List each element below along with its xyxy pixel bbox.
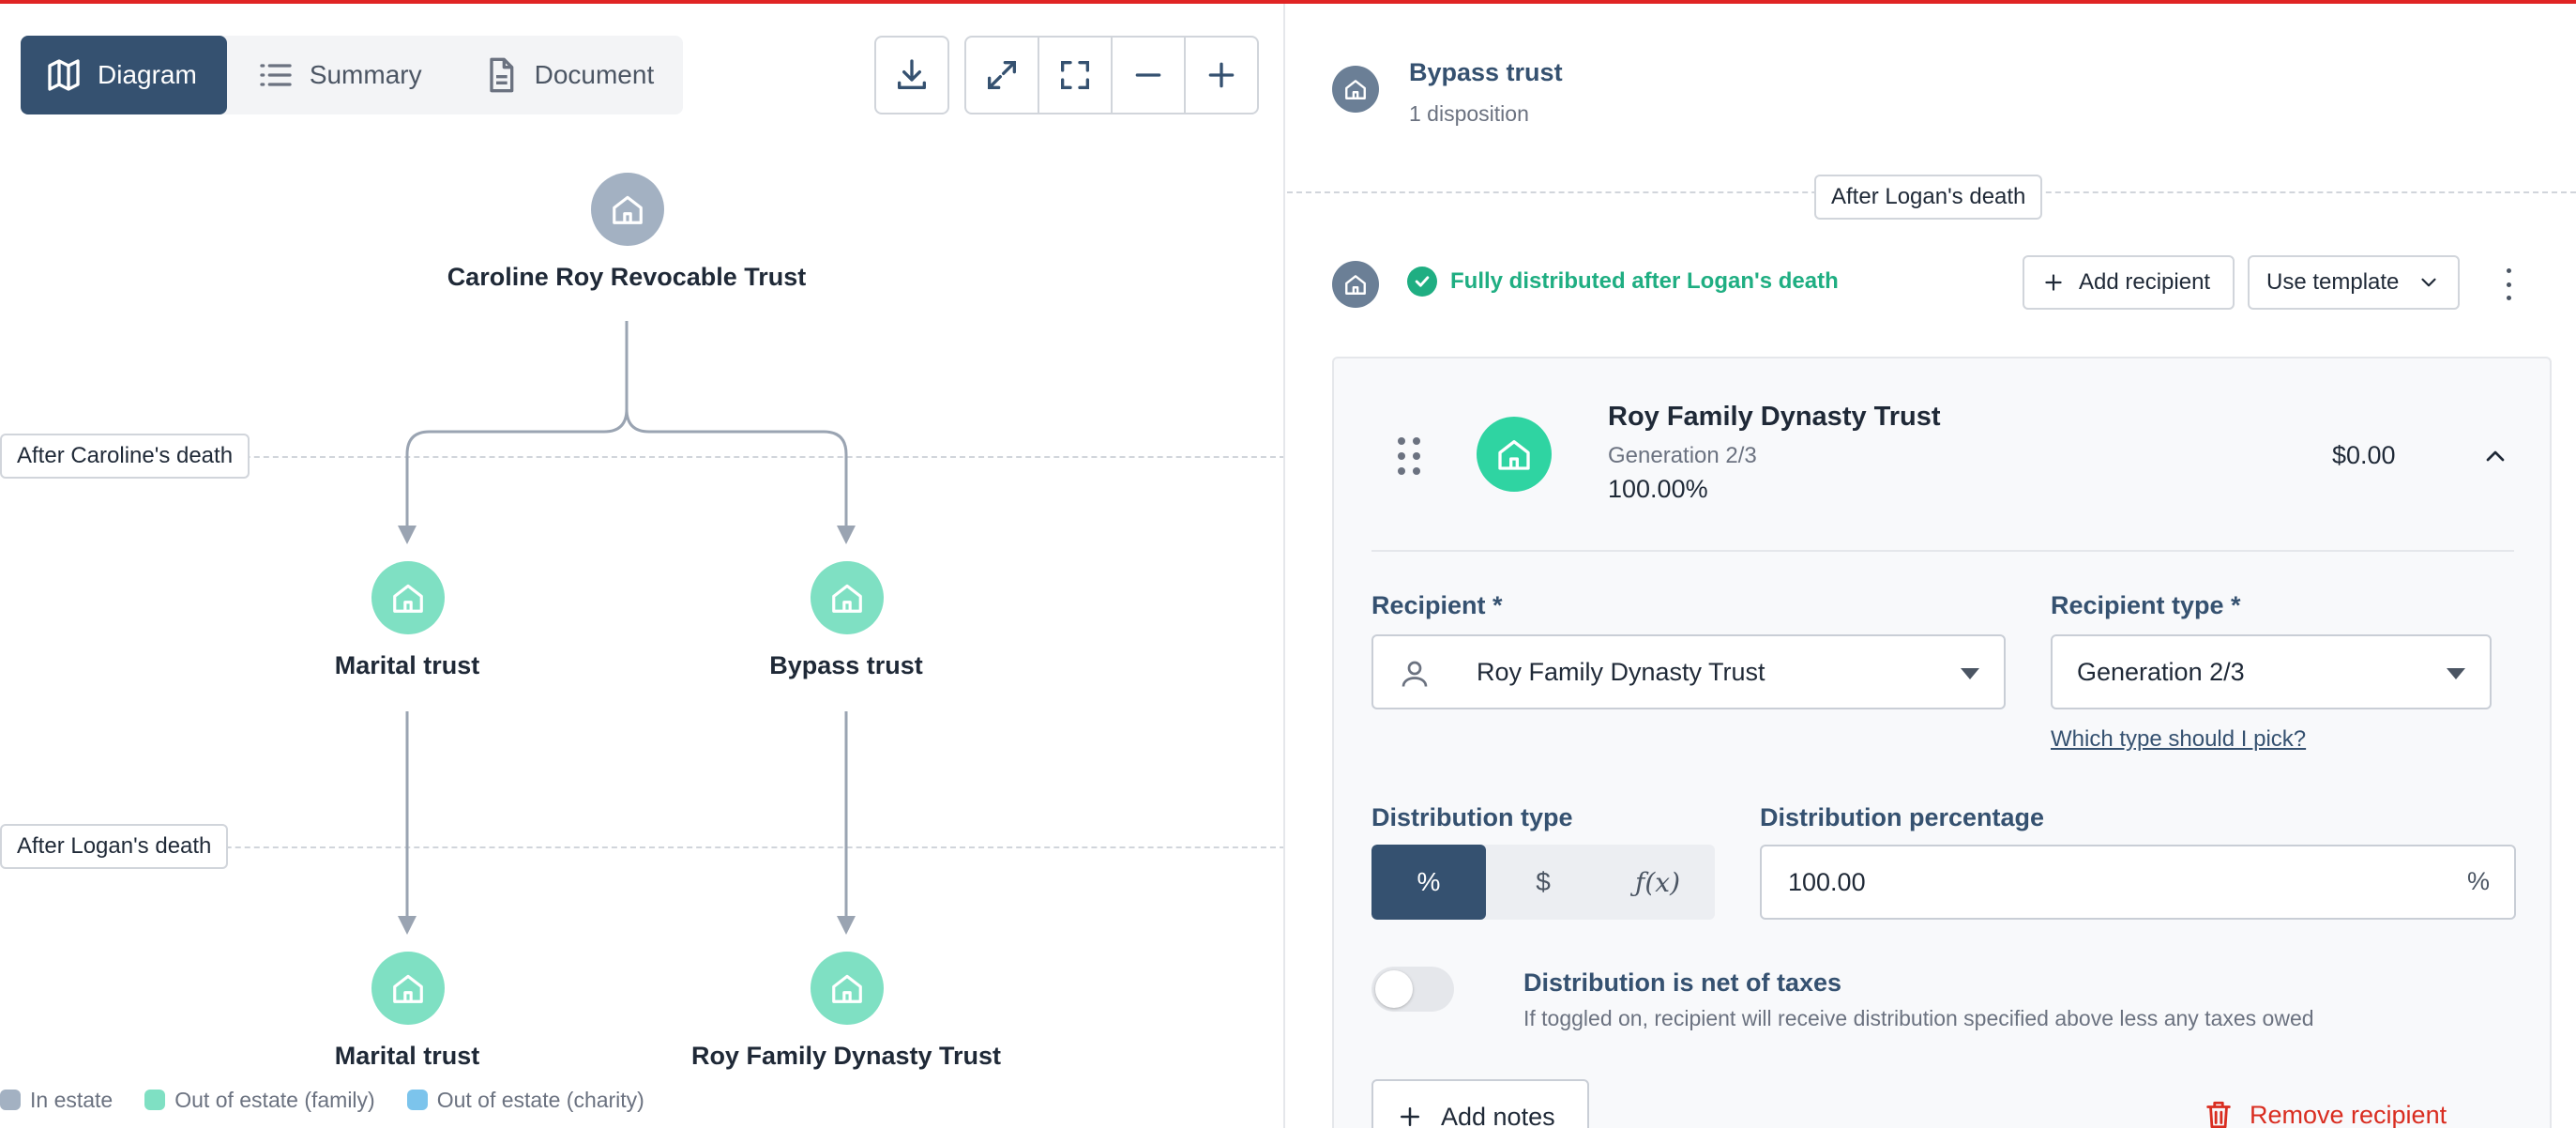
connector-root-left	[405, 321, 629, 526]
plus-icon	[1401, 1107, 1419, 1126]
node-bypass-trust[interactable]	[811, 561, 884, 634]
legend-label: Out of estate (family)	[174, 1087, 375, 1112]
recipient-type-label: Recipient type *	[2051, 591, 2241, 619]
legend-in-estate: In estate	[0, 1088, 113, 1113]
legend-label: Out of estate (charity)	[436, 1087, 644, 1112]
diagram-connectors	[398, 321, 856, 935]
panel-subtitle: 1 disposition	[1409, 101, 1529, 126]
legend-charity: Out of estate (charity)	[406, 1087, 644, 1113]
home-icon	[393, 584, 423, 613]
diagram-pane: Diagram Summary Document After Caroline'…	[0, 4, 1285, 1128]
home-icon	[832, 974, 862, 1003]
net-of-taxes-toggle[interactable]	[1371, 967, 1454, 1012]
node-dynasty-trust[interactable]	[811, 952, 884, 1025]
home-icon	[393, 974, 423, 1003]
more-options-icon[interactable]	[2499, 268, 2518, 300]
home-icon	[1498, 440, 1530, 470]
recipient-percent: 100.00%	[1608, 475, 1708, 503]
add-recipient-button[interactable]: Add recipient	[2023, 255, 2235, 310]
add-notes-label: Add notes	[1441, 1102, 1555, 1128]
toggle-knob	[1375, 970, 1413, 1008]
percent-suffix: %	[2466, 867, 2490, 895]
distribution-percentage-value: 100.00	[1788, 867, 1866, 896]
home-icon	[1345, 275, 1366, 295]
node-marital-trust-final-label[interactable]: Marital trust	[335, 1042, 480, 1071]
distribution-status: Fully distributed after Logan's death	[1407, 267, 1839, 297]
caret-down-icon	[2447, 668, 2465, 679]
node-marital-trust-final[interactable]	[371, 952, 445, 1025]
trash-icon	[2206, 1101, 2231, 1128]
chevron-up-icon[interactable]	[2480, 441, 2510, 471]
distribution-type-toggle: % $ ƒ(x)	[1371, 845, 1715, 920]
distribution-type-formula[interactable]: ƒ(x)	[1600, 845, 1715, 920]
remove-recipient-label: Remove recipient	[2250, 1100, 2447, 1128]
distribution-percentage-input[interactable]: 100.00 %	[1760, 845, 2516, 920]
person-icon	[1402, 661, 1428, 687]
node-root-label[interactable]: Caroline Roy Revocable Trust	[447, 263, 807, 292]
recipient-type-select[interactable]: Generation 2/3	[2051, 634, 2492, 709]
recipient-type-value: Generation 2/3	[2077, 657, 2245, 686]
plus-icon	[2045, 274, 2062, 291]
net-of-taxes-label: Distribution is net of taxes	[1523, 968, 1842, 997]
arrow-head	[398, 916, 417, 935]
legend-swatch	[0, 1090, 21, 1110]
recipient-amount: $0.00	[2332, 441, 2396, 469]
arrow-head	[837, 526, 856, 544]
connector-root-right	[625, 321, 848, 526]
check-circle-icon	[1407, 267, 1437, 297]
type-help-link[interactable]: Which type should I pick?	[2051, 726, 2306, 753]
remove-recipient-button[interactable]: Remove recipient	[2203, 1098, 2447, 1128]
recipient-avatar	[1477, 417, 1552, 492]
recipient-card: Roy Family Dynasty Trust Generation 2/3 …	[1332, 357, 2552, 1128]
home-icon	[832, 584, 862, 613]
distribution-type-dollar[interactable]: $	[1486, 845, 1600, 920]
node-marital-trust[interactable]	[371, 561, 445, 634]
caret-down-icon	[1961, 668, 1979, 679]
legend-label: In estate	[30, 1087, 114, 1112]
disposition-avatar	[1332, 261, 1379, 308]
recipient-select-value: Roy Family Dynasty Trust	[1477, 657, 1765, 686]
use-template-label: Use template	[2266, 269, 2400, 295]
legend: In estate Out of estate (family) Out of …	[0, 1083, 644, 1117]
use-template-button[interactable]: Use template	[2248, 255, 2460, 310]
arrow-head	[837, 916, 856, 935]
recipient-select[interactable]: Roy Family Dynasty Trust	[1371, 634, 2006, 709]
arrow-head	[398, 526, 417, 544]
panel-title: Bypass trust	[1409, 58, 1563, 86]
node-root[interactable]	[591, 173, 664, 246]
legend-swatch	[144, 1090, 166, 1110]
entity-avatar	[1332, 66, 1379, 113]
distribution-type-label: Distribution type	[1371, 803, 1573, 831]
status-text: Fully distributed after Logan's death	[1450, 268, 1839, 294]
recipient-generation: Generation 2/3	[1608, 443, 1757, 468]
net-of-taxes-help: If toggled on, recipient will receive di…	[1523, 1006, 2314, 1030]
legend-family: Out of estate (family)	[144, 1087, 375, 1113]
disposition-panel: Bypass trust 1 disposition After Logan's…	[1287, 4, 2576, 1128]
panel-phase-tag: After Logan's death	[1814, 175, 2043, 220]
node-dynasty-trust-label[interactable]: Roy Family Dynasty Trust	[691, 1042, 1001, 1071]
chevron-down-icon	[2421, 278, 2436, 287]
recipient-name: Roy Family Dynasty Trust	[1608, 402, 1941, 432]
drag-handle-icon[interactable]	[1398, 437, 1420, 475]
add-notes-button[interactable]: Add notes	[1371, 1079, 1589, 1128]
card-divider	[1371, 550, 2514, 552]
home-icon	[613, 195, 643, 224]
node-bypass-trust-label[interactable]: Bypass trust	[769, 651, 923, 680]
distribution-percentage-label: Distribution percentage	[1760, 803, 2045, 831]
distribution-type-percent[interactable]: %	[1371, 845, 1486, 920]
add-recipient-label: Add recipient	[2079, 269, 2211, 295]
home-icon	[1345, 80, 1366, 99]
recipient-field-label: Recipient *	[1371, 591, 1503, 619]
node-marital-trust-label[interactable]: Marital trust	[335, 651, 480, 680]
legend-swatch	[406, 1090, 428, 1110]
